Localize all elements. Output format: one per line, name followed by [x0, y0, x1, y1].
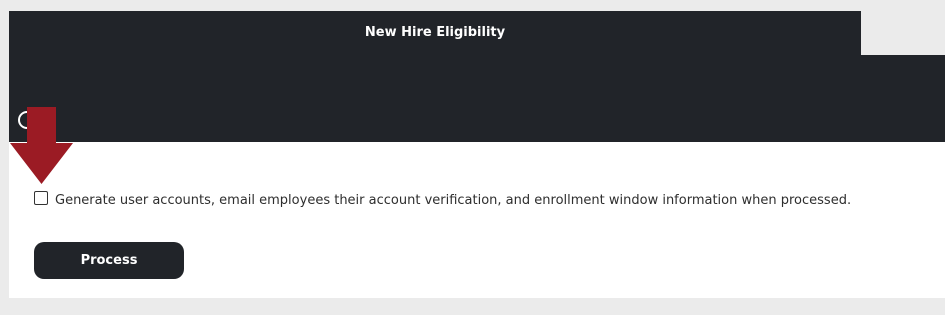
generate-accounts-checkbox[interactable] — [34, 191, 48, 205]
header-bar — [9, 55, 945, 142]
generate-accounts-label[interactable]: Generate user accounts, email employees … — [55, 192, 851, 210]
process-button[interactable]: Process — [34, 242, 184, 279]
arrow-down-icon — [10, 107, 73, 184]
page-title: New Hire Eligibility — [364, 25, 506, 40]
